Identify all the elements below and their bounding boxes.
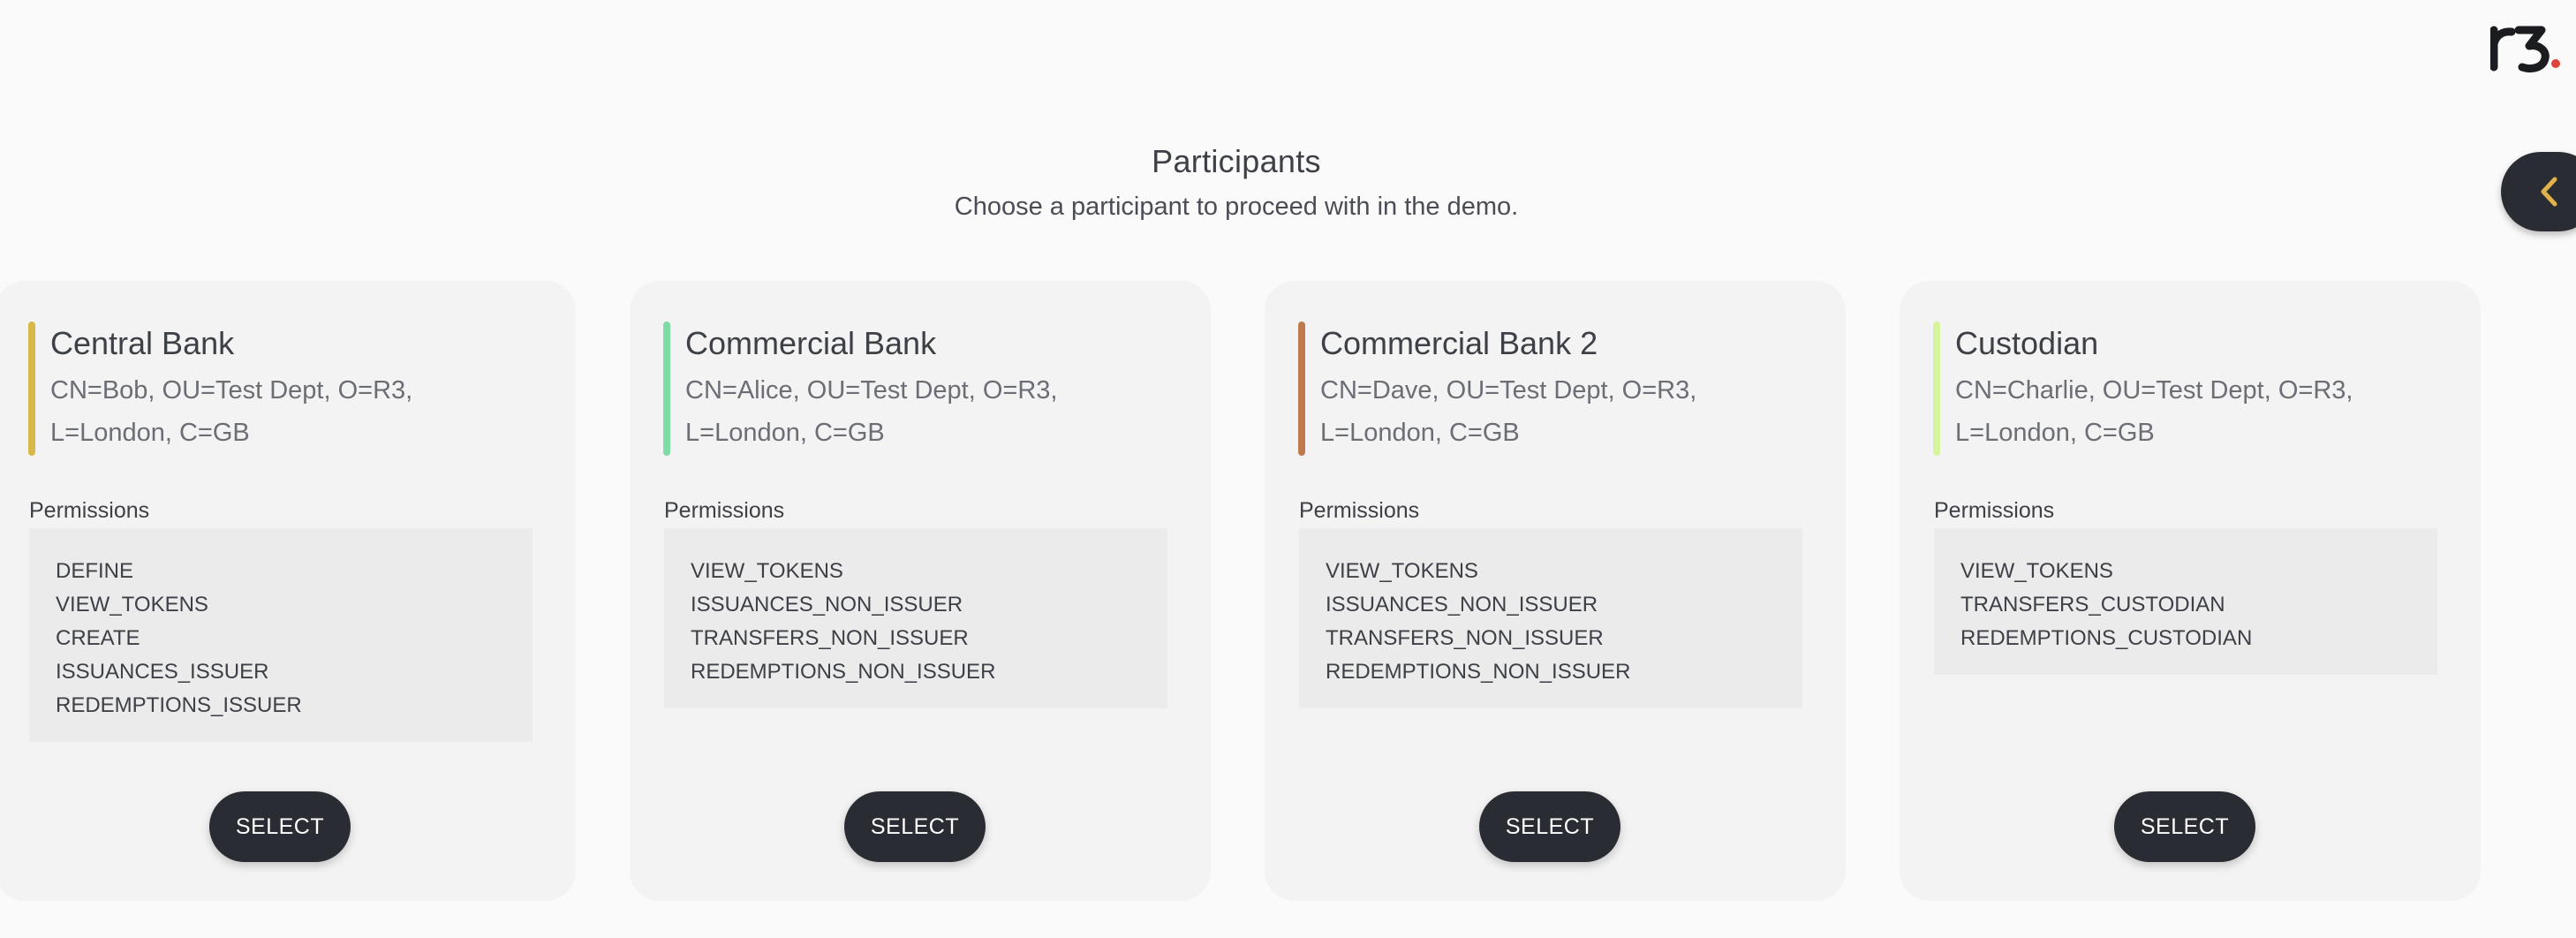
participant-dn: CN=Bob, OU=Test Dept, O=R3, L=London, C=… (50, 376, 413, 447)
chevron-left-icon (2541, 177, 2557, 207)
permissions-list: VIEW_TOKENS ISSUANCES_NON_ISSUER TRANSFE… (664, 528, 1167, 708)
permissions-label: Permissions (29, 498, 150, 523)
permission-item: VIEW_TOKENS (56, 593, 208, 617)
page-header: Participants Choose a participant to pro… (0, 143, 2473, 222)
permission-item: ISSUANCES_NON_ISSUER (1326, 593, 1598, 617)
r3-logo (2489, 18, 2561, 74)
permissions-label: Permissions (664, 498, 785, 523)
permission-item: REDEMPTIONS_CUSTODIAN (1960, 626, 2253, 650)
permissions-list: DEFINE VIEW_TOKENS CREATE ISSUANCES_ISSU… (29, 528, 533, 742)
page-title: Participants (1152, 143, 1321, 179)
participant-card-central-bank: Central Bank CN=Bob, OU=Test Dept, O=R3,… (0, 281, 576, 901)
participant-cards: Central Bank CN=Bob, OU=Test Dept, O=R3,… (0, 281, 2576, 903)
participant-name: Custodian (1955, 325, 2099, 361)
collapse-panel-button[interactable] (2501, 152, 2576, 231)
participant-card-custodian: Custodian CN=Charlie, OU=Test Dept, O=R3… (1900, 281, 2481, 901)
select-button[interactable]: SELECT (209, 791, 351, 862)
permission-item: ISSUANCES_ISSUER (56, 660, 269, 684)
participant-dn: CN=Alice, OU=Test Dept, O=R3, L=London, … (685, 376, 1058, 447)
permission-item: REDEMPTIONS_ISSUER (56, 693, 302, 717)
participant-name: Commercial Bank (685, 325, 937, 361)
permission-item: TRANSFERS_CUSTODIAN (1960, 593, 2225, 617)
permission-item: VIEW_TOKENS (691, 559, 843, 583)
participant-card-commercial-bank-2: Commercial Bank 2 CN=Dave, OU=Test Dept,… (1265, 281, 1846, 901)
permission-item: VIEW_TOKENS (1960, 559, 2113, 583)
permission-item: DEFINE (56, 559, 134, 583)
accent-bar (1933, 321, 1940, 456)
permission-item: VIEW_TOKENS (1326, 559, 1478, 583)
page-subtitle: Choose a participant to proceed with in … (954, 193, 1519, 221)
select-button[interactable]: SELECT (844, 791, 986, 862)
permissions-label: Permissions (1934, 498, 2055, 523)
accent-bar (28, 321, 35, 456)
select-button[interactable]: SELECT (2114, 791, 2255, 862)
permission-item: TRANSFERS_NON_ISSUER (691, 626, 969, 650)
participant-dn: CN=Charlie, OU=Test Dept, O=R3, L=London… (1955, 376, 2353, 447)
participant-name: Commercial Bank 2 (1320, 325, 1598, 361)
permissions-list: VIEW_TOKENS TRANSFERS_CUSTODIAN REDEMPTI… (1934, 528, 2437, 675)
participant-name: Central Bank (50, 325, 235, 361)
permission-item: ISSUANCES_NON_ISSUER (691, 593, 963, 617)
permission-item: TRANSFERS_NON_ISSUER (1326, 626, 1604, 650)
accent-bar (1298, 321, 1305, 456)
permissions-list: VIEW_TOKENS ISSUANCES_NON_ISSUER TRANSFE… (1299, 528, 1802, 708)
participant-card-commercial-bank: Commercial Bank CN=Alice, OU=Test Dept, … (630, 281, 1211, 901)
permission-item: REDEMPTIONS_NON_ISSUER (1326, 660, 1631, 684)
select-button[interactable]: SELECT (1479, 791, 1620, 862)
permission-item: CREATE (56, 626, 140, 650)
r3-logo-icon (2489, 26, 2560, 73)
accent-bar (663, 321, 670, 456)
participant-dn: CN=Dave, OU=Test Dept, O=R3, L=London, C… (1320, 376, 1697, 447)
permissions-label: Permissions (1299, 498, 1420, 523)
permission-item: REDEMPTIONS_NON_ISSUER (691, 660, 996, 684)
